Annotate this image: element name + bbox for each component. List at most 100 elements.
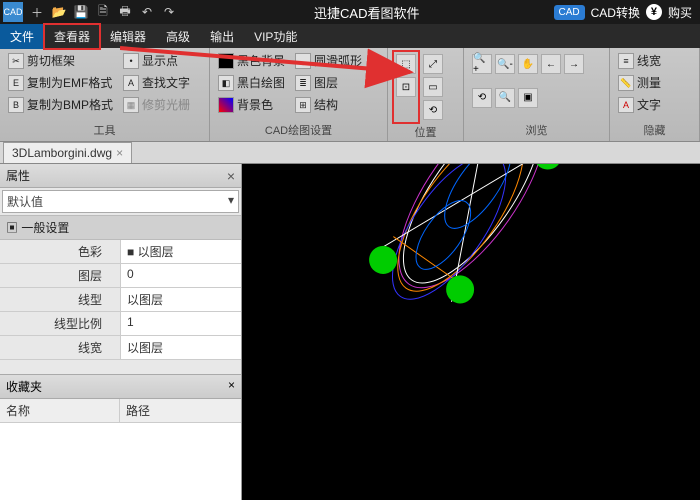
prop-value[interactable]: 以图层 <box>120 288 241 311</box>
default-combo[interactable]: 默认值▾ <box>2 190 239 213</box>
prop-row[interactable]: 色彩■ 以图层 <box>0 240 241 264</box>
prop-key: 线型 <box>0 288 120 311</box>
fit-window-button[interactable]: ⬚ <box>396 54 416 74</box>
zoom-reset-button[interactable]: ⟲ <box>472 88 492 108</box>
prop-key: 线宽 <box>0 336 120 359</box>
left-panel: 属性× 默认值▾ ▣ 一般设置 色彩■ 以图层图层0线型以图层线型比例1线宽以图… <box>0 164 242 500</box>
print-icon[interactable]: 🖶 <box>114 2 136 22</box>
fit-drawing-button[interactable]: ⊡ <box>396 77 416 97</box>
menu-file[interactable]: 文件 <box>0 24 44 49</box>
emf-icon: E <box>8 75 24 91</box>
zoom-ext-button[interactable]: ⤢ <box>423 54 443 74</box>
saveall-icon[interactable]: 🗎 <box>92 2 114 22</box>
clip-icon: ✂ <box>8 53 24 69</box>
menu-advanced[interactable]: 高级 <box>156 24 200 49</box>
buy-link[interactable]: 购买 <box>668 4 692 21</box>
prop-row[interactable]: 图层0 <box>0 264 241 288</box>
menubar: 文件 查看器 编辑器 高级 输出 VIP功能 <box>0 24 700 48</box>
next-view-button[interactable]: → <box>564 54 584 74</box>
favorites-header: 收藏夹× <box>0 374 241 399</box>
arc-icon: ◡ <box>295 53 311 69</box>
zoom-plus-button[interactable]: 🔍 <box>495 88 515 108</box>
prop-key: 色彩 <box>0 240 120 263</box>
rotate-button[interactable]: ⟲ <box>423 100 443 120</box>
open-icon[interactable]: 📂 <box>48 2 70 22</box>
prop-row[interactable]: 线型以图层 <box>0 288 241 312</box>
save-icon[interactable]: 💾 <box>70 2 92 22</box>
tab-filename: 3DLamborgini.dwg <box>12 146 112 160</box>
group-hide-label: 隐藏 <box>614 122 695 139</box>
black-bg-button[interactable]: 黑色背景 <box>214 50 289 71</box>
app-icon: CAD <box>3 2 23 22</box>
fav-col-name[interactable]: 名称 <box>0 399 120 422</box>
zoom-out-button[interactable]: 🔍- <box>495 54 515 74</box>
prop-key: 图层 <box>0 264 120 287</box>
menu-output[interactable]: 输出 <box>200 24 244 49</box>
structure-button[interactable]: ⊞结构 <box>291 94 366 115</box>
copy-emf-button[interactable]: E复制为EMF格式 <box>4 72 117 93</box>
lw-icon: ≡ <box>618 53 634 69</box>
linewidth-button[interactable]: ≡线宽 <box>614 50 665 71</box>
chevron-down-icon: ▾ <box>228 193 234 210</box>
layers-button[interactable]: ≣图层 <box>291 72 366 93</box>
text-button[interactable]: A文字 <box>614 94 665 115</box>
bgcolor-button[interactable]: 背景色 <box>214 94 289 115</box>
new-icon[interactable]: ＋ <box>26 2 48 22</box>
bgcolor-icon <box>218 97 234 113</box>
prop-value[interactable]: 以图层 <box>120 336 241 359</box>
panel-close-icon[interactable]: × <box>227 168 235 184</box>
document-tab[interactable]: 3DLamborgini.dwg × <box>3 142 132 163</box>
clip-frame-button[interactable]: ✂剪切框架 <box>4 50 117 71</box>
prop-row[interactable]: 线宽以图层 <box>0 336 241 360</box>
prev-view-button[interactable]: ← <box>541 54 561 74</box>
app-title: 迅捷CAD看图软件 <box>180 3 554 22</box>
measure-button[interactable]: 📏测量 <box>614 72 665 93</box>
cad-badge-icon: CAD <box>554 5 585 20</box>
trim-raster-button: ▦修剪光栅 <box>119 94 194 115</box>
struct-icon: ⊞ <box>295 97 311 113</box>
bw-draw-button[interactable]: ◧黑白绘图 <box>214 72 289 93</box>
prop-group-general[interactable]: ▣ 一般设置 <box>0 215 241 240</box>
prop-row[interactable]: 线型比例1 <box>0 312 241 336</box>
show-point-button[interactable]: •显示点 <box>119 50 194 71</box>
zoom-sel-button[interactable]: ▭ <box>423 77 443 97</box>
group-position-label: 位置 <box>392 124 459 141</box>
drawing-viewport[interactable] <box>242 164 700 500</box>
fav-close-icon[interactable]: × <box>228 378 235 395</box>
fav-col-path[interactable]: 路径 <box>120 399 156 422</box>
group-cad-label: CAD绘图设置 <box>214 122 383 139</box>
prop-value[interactable]: 0 <box>120 264 241 287</box>
measure-icon: 📏 <box>618 75 634 91</box>
find-text-button[interactable]: A查找文字 <box>119 72 194 93</box>
blackbg-icon <box>218 53 234 69</box>
zoom-region-button[interactable]: ▣ <box>518 88 538 108</box>
copy-bmp-button[interactable]: B复制为BMP格式 <box>4 94 117 115</box>
text-icon: A <box>618 97 634 113</box>
menu-editor[interactable]: 编辑器 <box>100 24 156 49</box>
properties-header: 属性× <box>0 164 241 188</box>
cad-convert-link[interactable]: CAD转换 <box>591 4 640 21</box>
smooth-arc-button[interactable]: ◡圆滑弧形 <box>291 50 366 71</box>
group-tools-label: 工具 <box>4 122 205 139</box>
find-icon: A <box>123 75 139 91</box>
point-icon: • <box>123 53 139 69</box>
prop-value[interactable]: 1 <box>120 312 241 335</box>
prop-value[interactable]: ■ 以图层 <box>120 240 241 263</box>
layers-icon: ≣ <box>295 75 311 91</box>
wireframe-drawing <box>242 164 700 500</box>
ribbon: ✂剪切框架 E复制为EMF格式 B复制为BMP格式 •显示点 A查找文字 ▦修剪… <box>0 48 700 142</box>
titlebar: CAD ＋ 📂 💾 🗎 🖶 ↶ ↷ 迅捷CAD看图软件 CAD CAD转换 ¥ … <box>0 0 700 24</box>
bw-icon: ◧ <box>218 75 234 91</box>
trim-icon: ▦ <box>123 97 139 113</box>
tab-close-icon[interactable]: × <box>116 146 123 160</box>
zoom-in-button[interactable]: 🔍+ <box>472 54 492 74</box>
favorites-list <box>0 423 241 500</box>
pan-button[interactable]: ✋ <box>518 54 538 74</box>
fav-columns: 名称 路径 <box>0 399 241 423</box>
yen-icon: ¥ <box>646 4 662 20</box>
document-tabbar: 3DLamborgini.dwg × <box>0 142 700 164</box>
menu-viewer[interactable]: 查看器 <box>44 24 100 49</box>
undo-icon[interactable]: ↶ <box>136 2 158 22</box>
menu-vip[interactable]: VIP功能 <box>244 24 307 49</box>
redo-icon[interactable]: ↷ <box>158 2 180 22</box>
